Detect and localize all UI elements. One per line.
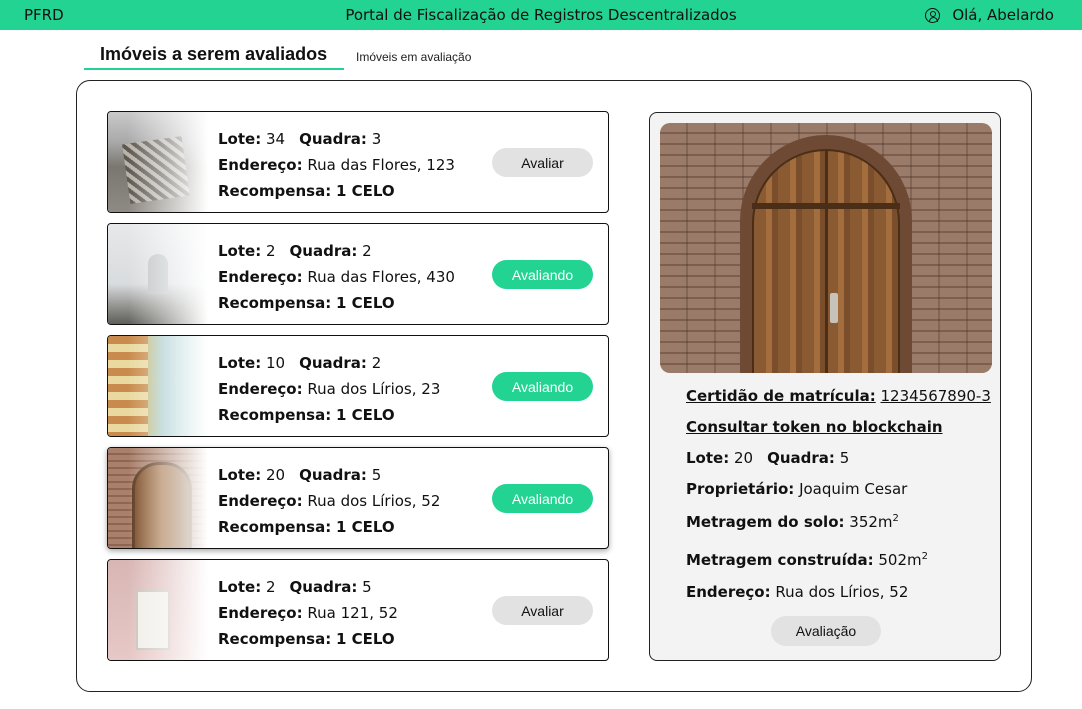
endereco-value: Rua das Flores, 123 — [307, 156, 455, 174]
proprietario-label: Proprietário: — [686, 480, 795, 498]
user-greeting: Olá, Abelardo — [952, 6, 1054, 24]
property-card[interactable]: Lote: 2 Quadra: 5 Endereço: Rua 121, 52 R… — [107, 559, 609, 661]
quadra-label: Quadra: — [767, 449, 835, 467]
property-thumbnail — [108, 560, 208, 660]
endereco-value: Rua 121, 52 — [307, 604, 398, 622]
avaliando-button[interactable]: Avaliando — [492, 484, 593, 513]
property-card[interactable]: Lote: 10 Quadra: 2 Endereço: Rua dos Líri… — [107, 335, 609, 437]
quadra-label: Quadra: — [289, 578, 358, 596]
lote-label: Lote: — [218, 578, 262, 596]
metragem-solo-value: 352m — [849, 513, 893, 531]
quadra-value: 5 — [362, 578, 372, 596]
tab-imoveis-em-avaliacao[interactable]: Imóveis em avaliação — [356, 50, 471, 64]
user-menu[interactable]: Olá, Abelardo — [925, 6, 1054, 24]
property-thumbnail — [108, 112, 208, 212]
blockchain-link[interactable]: Consultar token no blockchain — [686, 418, 943, 436]
unit-exponent: 2 — [892, 513, 899, 524]
property-card[interactable]: Lote: 34 Quadra: 3 Endereço: Rua das Flor… — [107, 111, 609, 213]
endereco-value: Rua das Flores, 430 — [307, 268, 455, 286]
recompensa-label: Recompensa: — [218, 294, 332, 312]
property-card-selected[interactable]: Lote: 20 Quadra: 5 Endereço: Rua dos Líri… — [107, 447, 609, 549]
quadra-label: Quadra: — [289, 242, 358, 260]
recompensa-label: Recompensa: — [218, 182, 332, 200]
certidao-value[interactable]: 1234567890-3 — [881, 387, 991, 405]
proprietario-row: Proprietário: Joaquim Cesar — [686, 480, 907, 498]
top-bar: PFRD Portal de Fiscalização de Registros… — [0, 0, 1082, 30]
property-info: Lote: 34 Quadra: 3 Endereço: Rua das Flor… — [218, 126, 455, 204]
property-thumbnail — [108, 224, 208, 324]
user-icon — [925, 7, 941, 23]
metragem-solo-label: Metragem do solo: — [686, 513, 845, 531]
property-card[interactable]: Lote: 2 Quadra: 2 Endereço: Rua das Flore… — [107, 223, 609, 325]
endereco-label: Endereço: — [218, 380, 303, 398]
avaliando-button[interactable]: Avaliando — [492, 260, 593, 289]
endereco-label: Endereço: — [218, 268, 303, 286]
lote-value: 20 — [266, 466, 286, 484]
endereco-value: Rua dos Lírios, 23 — [307, 380, 441, 398]
endereco-value: Rua dos Lírios, 52 — [307, 492, 441, 510]
endereco-label: Endereço: — [686, 583, 771, 601]
lote-value: 20 — [734, 449, 754, 467]
property-detail-panel: Certidão de matrícula: 1234567890-3 Cons… — [649, 112, 1001, 661]
avaliar-button[interactable]: Avaliar — [492, 148, 593, 177]
recompensa-label: Recompensa: — [218, 630, 332, 648]
avaliar-button[interactable]: Avaliar — [492, 596, 593, 625]
property-info: Lote: 10 Quadra: 2 Endereço: Rua dos Líri… — [218, 350, 440, 428]
quadra-label: Quadra: — [299, 130, 367, 148]
certidao-row[interactable]: Certidão de matrícula: 1234567890-3 — [686, 387, 991, 405]
endereco-label: Endereço: — [218, 156, 303, 174]
lote-quadra-row: Lote: 20 Quadra: 5 — [686, 449, 849, 467]
property-info: Lote: 2 Quadra: 5 Endereço: Rua 121, 52 R… — [218, 574, 398, 652]
recompensa-label: Recompensa: — [218, 518, 332, 536]
recompensa-value: 1 CELO — [335, 182, 395, 200]
lote-label: Lote: — [218, 354, 262, 372]
avaliacao-button[interactable]: Avaliação — [771, 616, 881, 646]
certidao-label[interactable]: Certidão de matrícula: — [686, 387, 876, 405]
quadra-value: 2 — [362, 242, 372, 260]
property-info: Lote: 2 Quadra: 2 Endereço: Rua das Flore… — [218, 238, 455, 316]
recompensa-value: 1 CELO — [335, 294, 395, 312]
avaliando-button[interactable]: Avaliando — [492, 372, 593, 401]
endereco-value: Rua dos Lírios, 52 — [775, 583, 909, 601]
quadra-value: 5 — [371, 466, 382, 484]
recompensa-value: 1 CELO — [335, 630, 395, 648]
quadra-value: 3 — [371, 130, 382, 148]
property-thumbnail — [108, 336, 208, 436]
recompensa-value: 1 CELO — [335, 406, 395, 424]
tab-imoveis-a-serem-avaliados[interactable]: Imóveis a serem avaliados — [84, 44, 344, 70]
endereco-row: Endereço: Rua dos Lírios, 52 — [686, 583, 908, 601]
lote-value: 10 — [266, 354, 286, 372]
unit-exponent: 2 — [921, 551, 929, 562]
recompensa-label: Recompensa: — [218, 406, 332, 424]
metragem-construida-label: Metragem construída: — [686, 551, 874, 569]
lote-label: Lote: — [218, 466, 262, 484]
property-info: Lote: 20 Quadra: 5 Endereço: Rua dos Líri… — [218, 462, 440, 540]
quadra-label: Quadra: — [299, 466, 367, 484]
endereco-label: Endereço: — [218, 492, 303, 510]
metragem-solo-row: Metragem do solo: 352m2 — [686, 513, 899, 531]
lote-value: 2 — [266, 578, 276, 596]
portal-title: Portal de Fiscalização de Registros Desc… — [345, 6, 737, 24]
quadra-value: 2 — [371, 354, 382, 372]
quadra-label: Quadra: — [299, 354, 367, 372]
proprietario-value: Joaquim Cesar — [799, 480, 908, 498]
blockchain-link-row[interactable]: Consultar token no blockchain — [686, 418, 943, 436]
lote-label: Lote: — [218, 242, 262, 260]
quadra-value: 5 — [839, 449, 850, 467]
endereco-label: Endereço: — [218, 604, 303, 622]
metragem-construida-row: Metragem construída: 502m2 — [686, 551, 928, 569]
property-thumbnail — [108, 448, 208, 548]
lote-value: 2 — [266, 242, 276, 260]
lote-label: Lote: — [218, 130, 262, 148]
recompensa-value: 1 CELO — [335, 518, 395, 536]
metragem-construida-value: 502m — [878, 551, 922, 569]
lote-value: 34 — [266, 130, 286, 148]
lote-label: Lote: — [686, 449, 730, 467]
property-photo — [660, 123, 992, 373]
